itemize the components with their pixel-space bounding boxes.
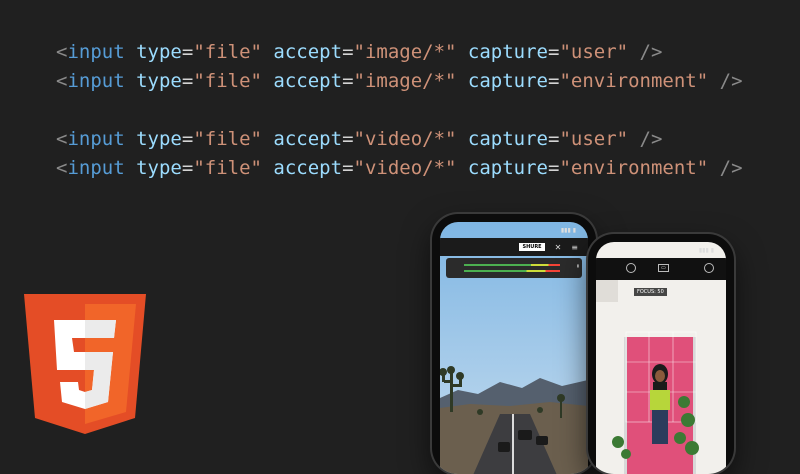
audio-meter-right <box>464 270 560 272</box>
attr-name: capture <box>467 128 548 150</box>
focus-label: FOCUS: 50 <box>634 288 667 296</box>
attr-name: type <box>136 128 182 150</box>
attr-name: accept <box>273 128 343 150</box>
attr-value: "environment" <box>559 70 709 92</box>
code-line-3: <input type="file" accept="video/*" capt… <box>56 128 663 150</box>
attr-name: capture <box>467 70 548 92</box>
attr-name: accept <box>273 70 343 92</box>
phone-mockup-video-app: ▮▮▮ ▮ SHURE ✕ ≡ ▮ <box>432 214 596 474</box>
camera-top-bar: ▭ <box>596 258 726 280</box>
attr-value: "video/*" <box>353 157 457 179</box>
code-line-2: <input type="file" accept="image/*" capt… <box>56 70 743 92</box>
attr-value: "file" <box>193 128 262 150</box>
settings-icon[interactable]: ≡ <box>571 243 578 252</box>
brand-badge: SHURE <box>519 243 545 251</box>
attr-value: "file" <box>193 41 262 63</box>
attr-name: type <box>136 157 182 179</box>
attr-value: "video/*" <box>353 128 457 150</box>
attr-value: "image/*" <box>353 70 457 92</box>
audio-meter-left <box>464 264 560 266</box>
timer-icon[interactable] <box>626 263 636 273</box>
code-block: <input type="file" accept="image/*" capt… <box>56 38 743 183</box>
phone-mockup-camera-app: ▮▮▮ ▮ ▭ FOCUS: 50 <box>588 234 734 474</box>
html5-logo-icon <box>24 294 146 434</box>
meter-readout: ▮ <box>576 263 579 268</box>
attr-name: accept <box>273 157 343 179</box>
attr-value: "file" <box>193 157 262 179</box>
status-bar: ▮▮▮ ▮ <box>560 227 576 234</box>
attr-value: "user" <box>559 41 629 63</box>
app-top-bar: SHURE ✕ ≡ <box>440 238 588 256</box>
attr-name: capture <box>467 157 548 179</box>
attr-name: type <box>136 70 182 92</box>
status-bar: ▮▮▮ ▮ <box>698 247 714 254</box>
attr-name: accept <box>273 41 343 63</box>
tag-name: input <box>67 157 125 179</box>
flash-icon[interactable] <box>704 263 714 273</box>
attr-value: "user" <box>559 128 629 150</box>
code-line-4: <input type="file" accept="video/*" capt… <box>56 157 743 179</box>
attr-value: "file" <box>193 70 262 92</box>
attr-value: "image/*" <box>353 41 457 63</box>
audio-meter-panel: ▮ <box>446 258 582 278</box>
phone-screen: ▮▮▮ ▮ ▭ FOCUS: 50 <box>596 242 726 474</box>
code-line-1: <input type="file" accept="image/*" capt… <box>56 41 663 63</box>
attr-value: "environment" <box>559 157 709 179</box>
tag-name: input <box>67 70 125 92</box>
tools-icon[interactable]: ✕ <box>555 243 562 252</box>
attr-name: capture <box>467 41 548 63</box>
tag-name: input <box>67 128 125 150</box>
phone-screen: ▮▮▮ ▮ SHURE ✕ ≡ ▮ <box>440 222 588 474</box>
mode-pill[interactable]: ▭ <box>658 264 669 272</box>
attr-name: type <box>136 41 182 63</box>
tag-name: input <box>67 41 125 63</box>
